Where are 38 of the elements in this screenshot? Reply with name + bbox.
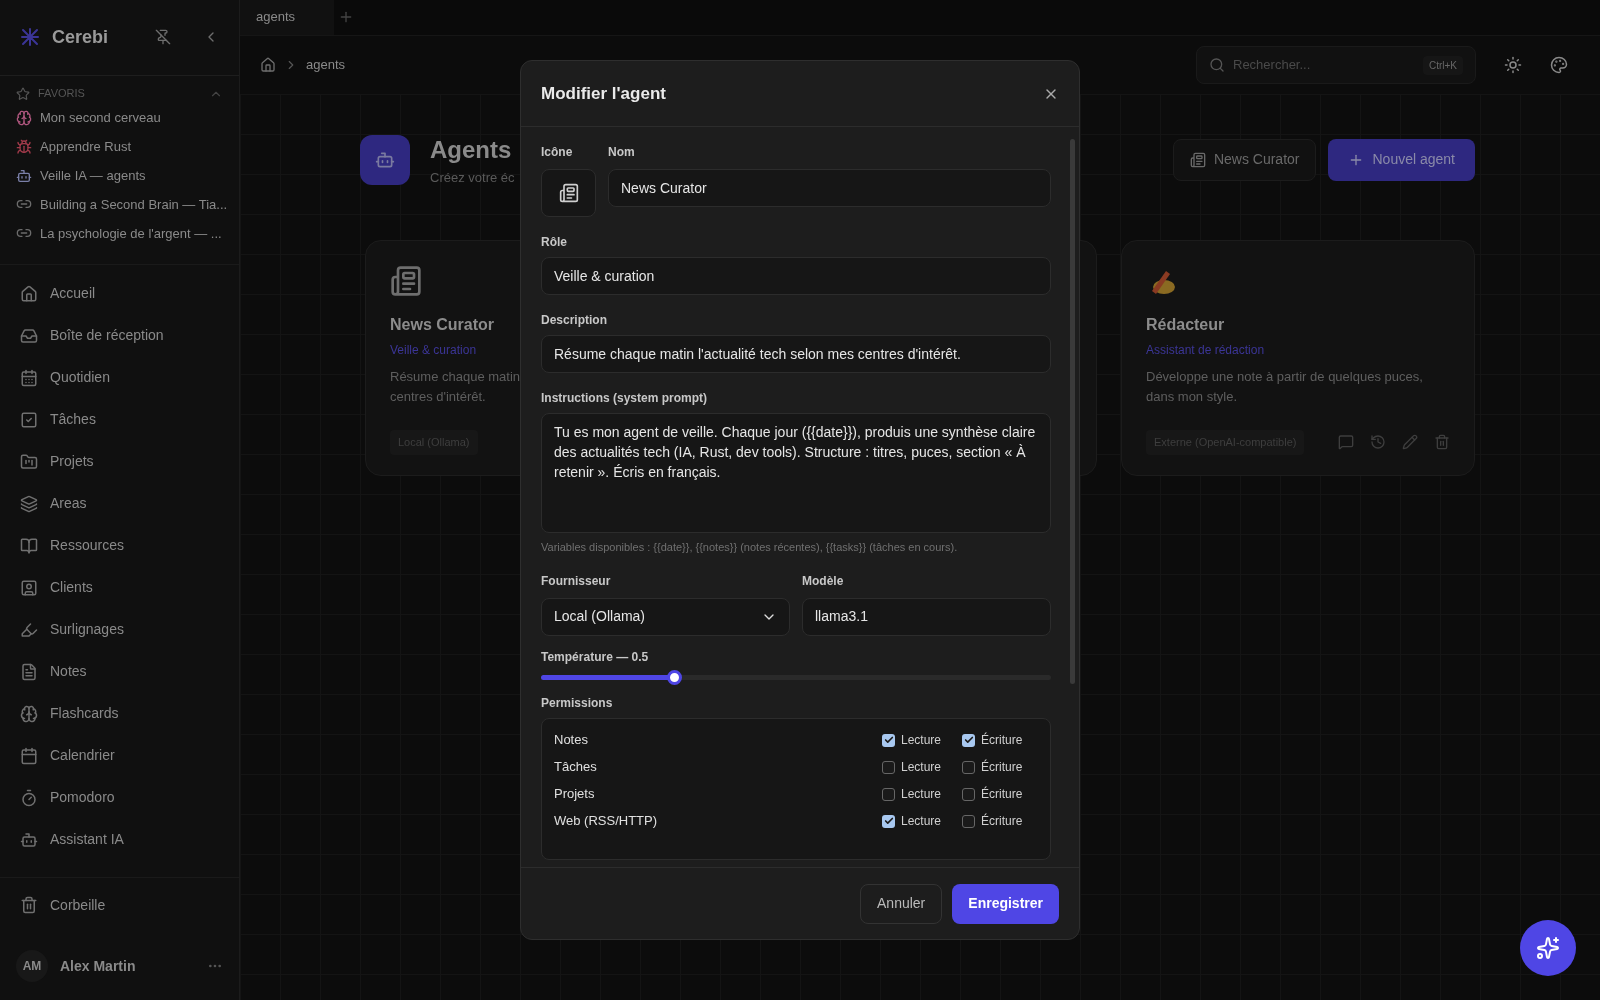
checkbox-label: Écriture — [981, 812, 1023, 830]
card-description: Développe une note à partir de quelques puces, — [1146, 367, 1423, 386]
checkbox-label: Lecture — [901, 732, 942, 749]
permission-name: Projets — [554, 785, 595, 804]
page-subtitle: Créez votre éc — [430, 169, 515, 187]
brand-name: Cerebi — [52, 25, 109, 49]
card-description: dans mon style. — [1146, 387, 1238, 406]
user-name: Alex Martin — [60, 956, 136, 976]
checkbox-label: Écriture — [981, 785, 1023, 803]
field-label: Description — [541, 312, 608, 329]
checkbox-label: Lecture — [901, 759, 942, 776]
card-description: centres d'intérêt. — [390, 387, 486, 406]
field-label: Modèle — [802, 572, 845, 590]
shortcut-hint: Ctrl+K — [1422, 55, 1463, 75]
field-label: Fournisseur — [541, 572, 612, 590]
section-title: FAVORIS — [38, 86, 85, 102]
card-role: Veille & curation — [390, 341, 477, 359]
card-title: Rédacteur — [1146, 314, 1225, 335]
field-label: Rôle — [541, 234, 568, 251]
field-label: Instructions (system prompt) — [541, 390, 709, 407]
field-label: Permissions — [541, 694, 614, 712]
card-description: Résume chaque matin — [390, 367, 521, 386]
dialog-title: Modifier l'agent — [541, 82, 666, 105]
field-label: Température — 0.5 — [541, 648, 650, 666]
card-role: Assistant de rédaction — [1146, 341, 1265, 359]
field-label: Nom — [608, 144, 636, 161]
checkbox-label: Écriture — [981, 758, 1023, 776]
permission-name: Web (RSS/HTTP) — [554, 812, 658, 831]
checkbox-label: Écriture — [981, 731, 1023, 749]
field-hint: Variables disponibles : {{date}}, {{notes}} (notes récentes), {{tasks}} (tâches en cours). — [541, 540, 959, 555]
checkbox-label: Lecture — [901, 786, 942, 803]
checkbox-label: Lecture — [901, 813, 942, 830]
card-title: News Curator — [390, 314, 495, 335]
page-title: Agents — [430, 135, 513, 165]
permission-name: Tâches — [554, 758, 597, 777]
search-placeholder: Rechercher... — [1233, 56, 1311, 75]
field-label: Icône — [541, 144, 574, 161]
permission-name: Notes — [554, 731, 588, 750]
